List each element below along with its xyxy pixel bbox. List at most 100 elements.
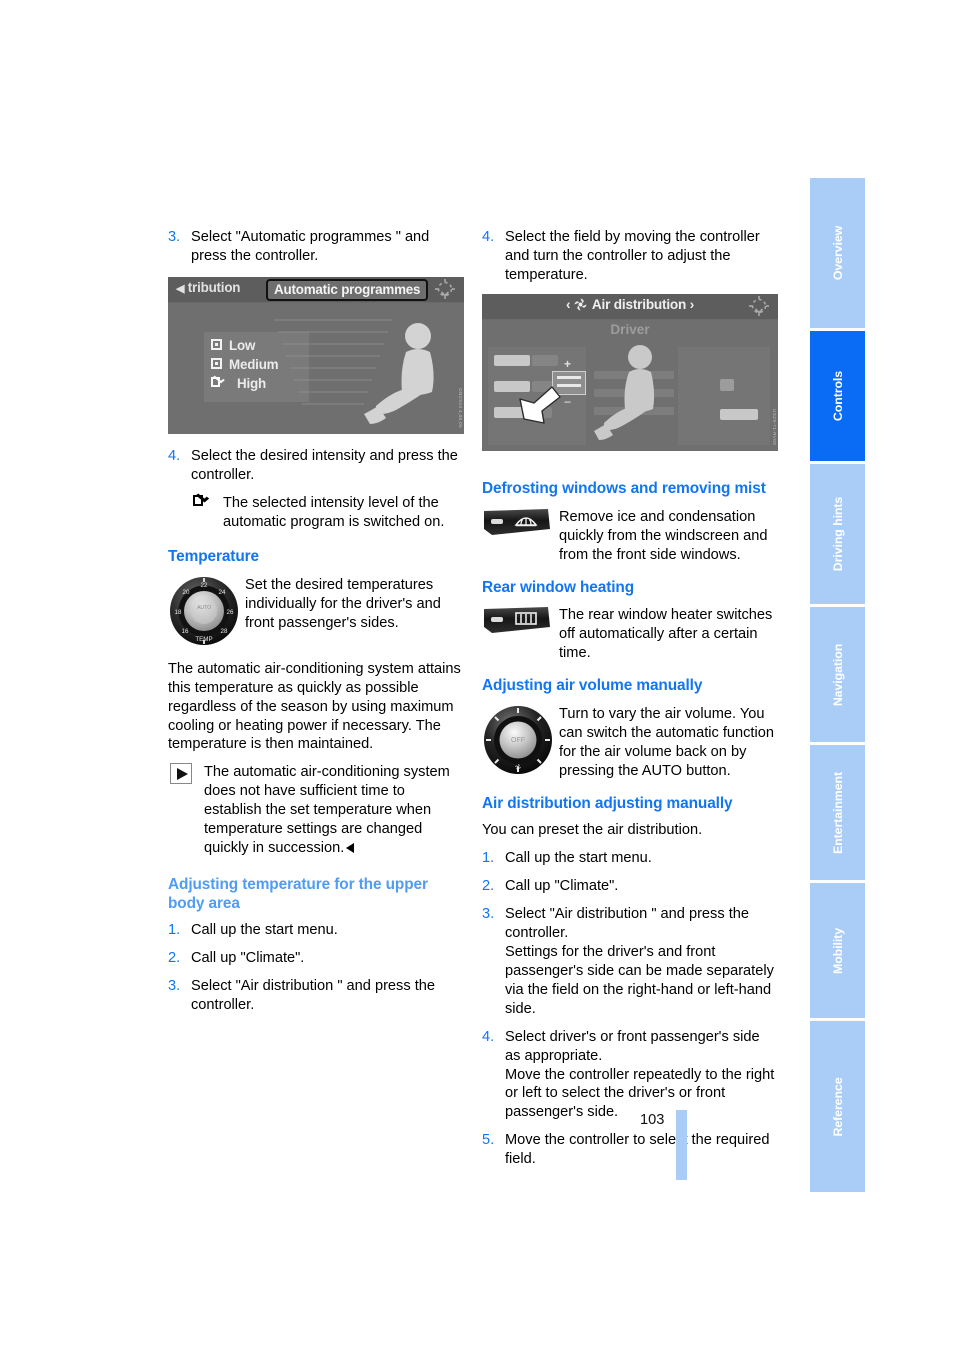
image-credit: ONC524 4,08,05 (458, 387, 463, 428)
step-text: Move the controller to select the requir… (505, 1132, 770, 1168)
list-item: 1. Call up the start menu. (168, 921, 461, 940)
step-number: 2. (168, 949, 181, 966)
heading-rear-window-heating: Rear window heating (482, 578, 635, 596)
heading-air-distribution-manual: Air distribution adjusting manually (482, 795, 733, 813)
step-text: Call up the start menu. (191, 921, 338, 938)
tab-reference[interactable]: Reference (810, 1021, 865, 1192)
selected-menu-title: Automatic programmes (266, 279, 429, 301)
list-item: 3. Select "Air distribution " and press … (168, 977, 461, 1015)
left-arrow-icon: ◀ (176, 283, 185, 295)
temperature-knob-row: 22 20 24 18 26 16 28 TEMP AUTO Set the d… (168, 574, 461, 652)
vent-pill[interactable] (494, 355, 530, 366)
left-step-4: 4. Select the desired intensity and pres… (168, 447, 461, 485)
page-number: 103 (640, 1112, 665, 1128)
screenshot-body: Driver + − USZ9-71-RV09 (482, 319, 778, 451)
heading-adjusting-air-volume: Adjusting air volume manually (482, 677, 703, 695)
note-intensity: The selected intensity level of the auto… (191, 494, 461, 532)
right-step-4: 4. Select the field by moving the contro… (482, 228, 775, 285)
fan-icon (574, 298, 587, 311)
menu-item-medium[interactable]: Medium (211, 357, 303, 372)
step-text: Select "Air distribution " and press the… (505, 905, 774, 1017)
vent-pill[interactable] (720, 379, 734, 391)
step-text: Select "Air distribution " and press the… (191, 977, 435, 1013)
menu-item-label: Low (229, 338, 256, 353)
seat-occupant-graphic (356, 314, 452, 432)
vent-pill[interactable] (532, 355, 558, 366)
temperature-knob-icon: 22 20 24 18 26 16 28 TEMP AUTO (168, 574, 245, 652)
menu-item-high[interactable]: High (211, 376, 303, 391)
breadcrumb-label: tribution (187, 280, 241, 295)
idrive-screenshot-automatic-programmes: ◀ tribution Automatic programmes Low Med… (168, 277, 464, 434)
tab-controls[interactable]: Controls (810, 331, 865, 461)
step-number: 1. (168, 921, 181, 938)
heading-upper-body-area: Adjusting temperature for the upper body… (168, 876, 428, 913)
left-arrow-icon[interactable]: ‹ (566, 297, 571, 312)
air-volume-knob-row: OFF Turn to vary the air volume. You can… (482, 703, 775, 781)
section-tabs: Overview Controls Driving hints Navigati… (810, 178, 865, 1195)
air-volume-text: Turn to vary the air volume. You can swi… (559, 706, 774, 779)
tab-label: Reference (830, 1076, 845, 1137)
step-number: 4. (482, 229, 495, 245)
image-credit: USZ9-71-RV09 (772, 408, 777, 445)
menu-item-label: Medium (229, 357, 279, 372)
tab-driving-hints[interactable]: Driving hints (810, 464, 865, 604)
tab-entertainment[interactable]: Entertainment (810, 745, 865, 880)
step-text: Select driver's or front passenger's sid… (505, 1028, 775, 1121)
document-page: 3. Select "Automatic programmes " and pr… (0, 0, 954, 1351)
checkbox-checked-icon[interactable] (211, 377, 226, 388)
temperature-knob-text: Set the desired temperatures individuall… (245, 576, 441, 631)
idrive-screenshot-air-distribution: ‹ Air distribution › Driver + − USZ9-71-… (482, 294, 778, 451)
defrost-button-row: Remove ice and condensation quickly from… (482, 506, 775, 565)
vent-pill[interactable] (720, 409, 758, 420)
list-item: 5. Move the controller to select the req… (482, 1131, 775, 1169)
step-text: Call up "Climate". (505, 877, 619, 894)
step-text: Call up "Climate". (191, 949, 305, 966)
checkbox-checked-icon (191, 494, 223, 532)
note-text: The automatic air-conditioning system do… (204, 764, 450, 857)
rear-window-text: The rear window heater switches off auto… (559, 607, 773, 662)
step-number: 2. (482, 877, 495, 894)
breadcrumb: ◀ tribution (176, 280, 240, 295)
rear-window-heating-button-icon (482, 604, 559, 663)
svg-text:28: 28 (221, 628, 228, 635)
passenger-side-panel[interactable] (678, 347, 770, 445)
list-item: 2. Call up "Climate". (168, 949, 461, 968)
svg-text:OFF: OFF (511, 737, 525, 744)
checkbox-icon[interactable] (211, 358, 222, 369)
tab-overview[interactable]: Overview (810, 178, 865, 328)
svg-text:22: 22 (201, 582, 208, 589)
tab-label: Entertainment (830, 771, 845, 854)
tab-label: Controls (830, 370, 845, 422)
tab-label: Mobility (830, 927, 845, 974)
tab-navigation[interactable]: Navigation (810, 607, 865, 742)
right-arrow-icon[interactable]: › (690, 297, 695, 312)
menu-item-low[interactable]: Low (211, 338, 303, 353)
list-item: 2. Call up "Climate". (482, 877, 775, 896)
svg-text:26: 26 (227, 609, 234, 616)
step-text: Select the field by moving the controlle… (505, 229, 760, 283)
defrost-text: Remove ice and condensation quickly from… (559, 508, 768, 563)
windscreen-defrost-button-icon (482, 506, 559, 565)
screenshot-body: Low Medium High ONC524 4,08,05 (168, 302, 464, 434)
screenshot-title: ‹ Air distribution › (482, 297, 778, 312)
note-text: The selected intensity level of the auto… (223, 494, 445, 530)
plus-label: + (564, 357, 572, 371)
step-number: 1. (482, 849, 495, 866)
step-number: 4. (168, 447, 181, 464)
checkbox-icon[interactable] (211, 339, 222, 350)
page-marker-bar (676, 1110, 687, 1180)
air-distribution-intro: You can preset the air distribution. (482, 821, 703, 838)
svg-text:16: 16 (182, 628, 189, 635)
left-step-3: 3. Select "Automatic programmes " and pr… (168, 228, 461, 266)
step-number: 3. (168, 229, 181, 245)
triangle-play-icon (168, 763, 204, 858)
rear-window-heating-row: The rear window heater switches off auto… (482, 604, 775, 663)
tab-label: Overview (830, 225, 845, 281)
list-item: 3. Select "Air distribution " and press … (482, 905, 775, 1019)
svg-text:AUTO: AUTO (197, 605, 211, 611)
step-text: Call up the start menu. (505, 849, 652, 866)
tab-mobility[interactable]: Mobility (810, 883, 865, 1018)
intensity-menu-panel[interactable]: Low Medium High (204, 332, 309, 402)
screenshot-title-label: Air distribution (591, 297, 687, 312)
minus-label: − (564, 395, 572, 409)
